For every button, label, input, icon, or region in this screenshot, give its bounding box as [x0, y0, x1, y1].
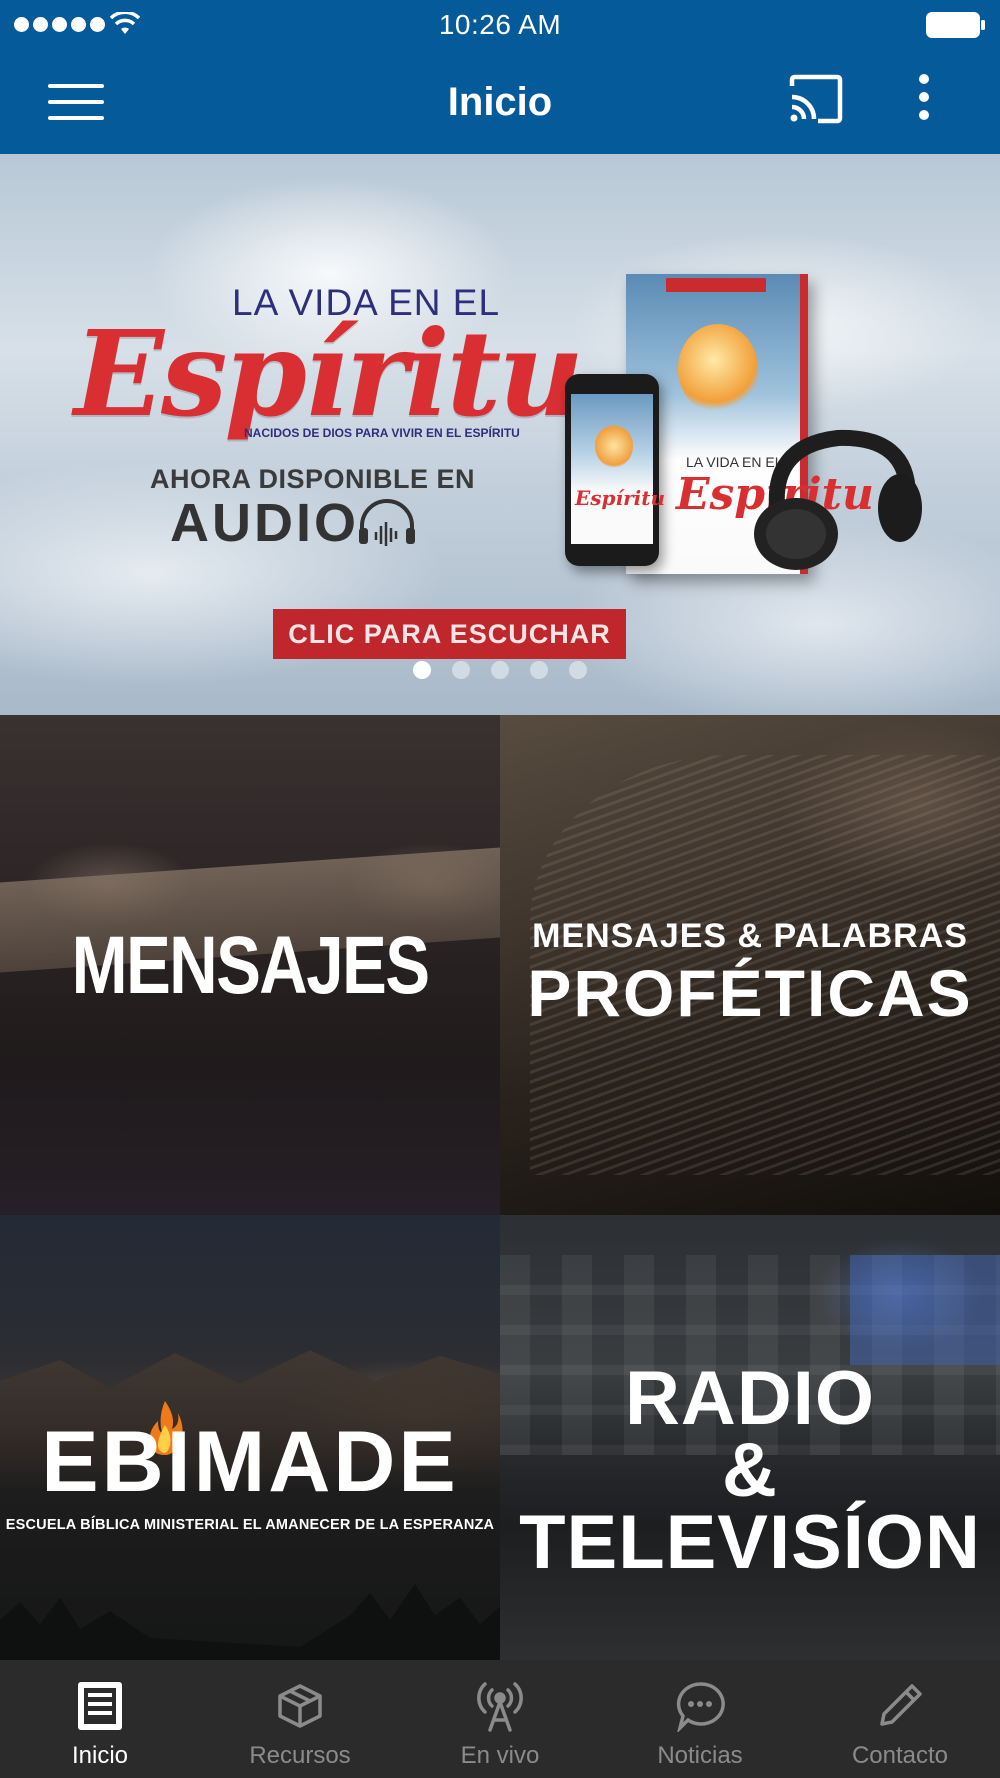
tile-radio-television[interactable]: RADIO & TELEVISÍON [500, 1215, 1000, 1660]
battery-icon [926, 12, 985, 38]
carousel-dot[interactable] [413, 661, 431, 679]
carousel-dot[interactable] [491, 661, 509, 679]
page-title: Inicio [447, 79, 553, 124]
headphones-icon [359, 499, 415, 546]
signal-dots-icon [14, 17, 105, 32]
cast-icon[interactable] [788, 74, 844, 124]
wifi-icon [110, 12, 140, 34]
headphones-image [754, 429, 922, 570]
nav-label: Contacto [851, 1742, 949, 1769]
nav-label: En vivo [460, 1742, 540, 1769]
nav-item-recursos[interactable]: Recursos [200, 1660, 400, 1778]
nav-label: Recursos [249, 1742, 351, 1769]
chat-bubble-icon [676, 1682, 725, 1732]
banner-audio-word: AUDIO [170, 493, 359, 553]
status-bar: 10:26 AM [0, 0, 1000, 50]
carousel-dot[interactable] [530, 661, 548, 679]
tile-profeticas-label-big: PROFÉTICAS [527, 956, 973, 1030]
banner-subtitle: NACIDOS DE DIOS PARA VIVIR EN EL ESPÍRIT… [244, 426, 520, 440]
carousel-dot[interactable] [569, 661, 587, 679]
nav-item-contacto[interactable]: Contacto [800, 1660, 1000, 1778]
tile-radio-line2: & [722, 1428, 778, 1513]
broadcast-icon [477, 1682, 523, 1732]
listen-button[interactable]: CLIC PARA ESCUCHAR [273, 609, 626, 659]
nav-label: Noticias [657, 1742, 743, 1769]
nav-item-en-vivo[interactable]: En vivo [400, 1660, 600, 1778]
banner-script-title: Espíritu [74, 304, 584, 443]
nav-item-inicio[interactable]: Inicio [0, 1660, 200, 1778]
banner-carousel[interactable]: LA VIDA EN EL Espíritu NACIDOS DE DIOS P… [0, 154, 1000, 715]
tile-radio-line1: RADIO [625, 1356, 875, 1441]
hamburger-menu-icon[interactable] [48, 84, 104, 120]
banner-available-line: AHORA DISPONIBLE EN [150, 464, 476, 494]
carousel-indicator[interactable] [413, 661, 587, 679]
box-icon [278, 1684, 322, 1728]
nav-label: Inicio [71, 1742, 129, 1769]
tile-profeticas[interactable]: MENSAJES & PALABRAS PROFÉTICAS [500, 715, 1000, 1215]
tile-radio-label: RADIO & TELEVISÍON [500, 1356, 1000, 1585]
tile-ebimade-label: EBIMADE [41, 1414, 459, 1510]
phone-screen-title: Espíritu [575, 486, 665, 510]
tile-radio-line3: TELEVISÍON [519, 1500, 981, 1585]
carousel-dot[interactable] [452, 661, 470, 679]
more-vertical-icon[interactable] [912, 74, 936, 130]
tile-mensajes-label: MENSAJES [71, 920, 430, 1011]
tile-profeticas-label-small: MENSAJES & PALABRAS [532, 917, 968, 955]
document-icon [78, 1682, 122, 1730]
tile-mensajes[interactable]: MENSAJES [0, 715, 500, 1215]
pencil-icon [880, 1684, 922, 1726]
tile-ebimade[interactable]: EBIMADE ESCUELA BÍBLICA MINISTERIAL EL A… [0, 1215, 500, 1660]
phone-image: Espíritu [565, 374, 665, 566]
nav-item-noticias[interactable]: Noticias [600, 1660, 800, 1778]
tile-ebimade-subtitle: ESCUELA BÍBLICA MINISTERIAL EL AMANECER … [5, 1517, 495, 1533]
bottom-nav: Inicio Recursos En vivo Noticias Contact… [0, 1660, 1000, 1778]
status-time: 10:26 AM [438, 9, 562, 40]
app-bar: Inicio [0, 50, 1000, 154]
